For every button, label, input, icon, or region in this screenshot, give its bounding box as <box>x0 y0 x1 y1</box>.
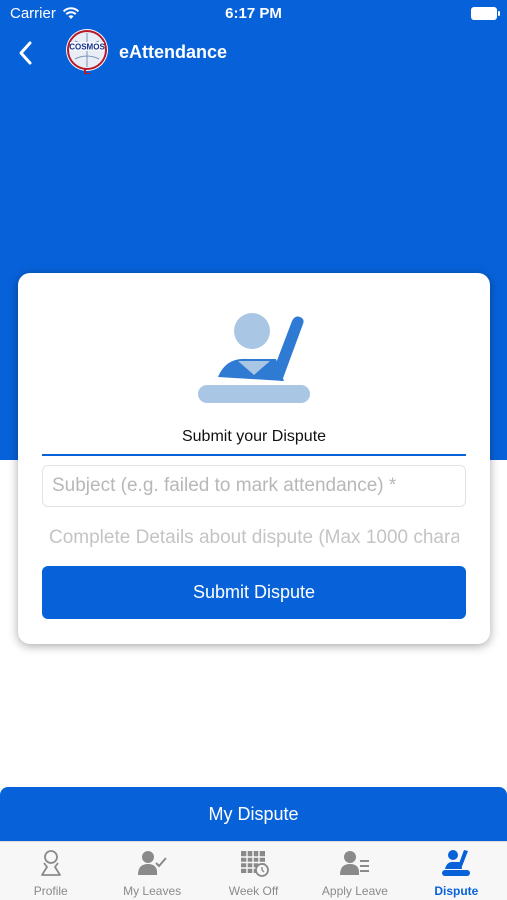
tab-label: Week Off <box>228 884 279 898</box>
tab-week-off[interactable]: Week Off <box>203 842 304 900</box>
company-logo: COSMOS <box>66 29 108 74</box>
details-input[interactable] <box>42 517 466 559</box>
person-list-icon <box>339 851 369 875</box>
battery-icon <box>471 7 500 20</box>
raise-hand-person-icon <box>198 313 310 403</box>
tab-label: Dispute <box>434 884 479 898</box>
calendar-clock-icon <box>240 851 269 877</box>
nav-bar: COSMOS eAttendance <box>0 28 507 78</box>
tab-my-leaves[interactable]: My Leaves <box>101 842 202 900</box>
tab-label: My Leaves <box>123 884 182 898</box>
tab-label: Profile <box>33 884 68 898</box>
dispute-card: Submit your Dispute Submit Dispute <box>18 273 490 644</box>
tab-profile[interactable]: Profile <box>0 842 101 900</box>
tab-label: Apply Leave <box>321 884 388 898</box>
status-time: 6:17 PM <box>225 5 282 22</box>
app-title: eAttendance <box>119 42 228 62</box>
tab-apply-leave[interactable]: Apply Leave <box>304 842 405 900</box>
dispute-heading: Submit your Dispute <box>181 428 327 445</box>
person-icon <box>40 850 61 876</box>
svg-text:COSMOS: COSMOS <box>69 43 105 52</box>
raise-hand-icon <box>442 850 471 876</box>
person-check-icon <box>138 851 167 875</box>
status-bar: Carrier 6:17 PM <box>0 0 507 28</box>
subject-input[interactable] <box>42 465 466 507</box>
heading-underline <box>42 454 466 456</box>
submit-dispute-button[interactable]: Submit Dispute <box>42 566 466 619</box>
chevron-left-icon[interactable] <box>14 38 38 68</box>
tab-bar: Profile My Leaves Week Off Apply Leave D… <box>0 841 507 900</box>
my-dispute-button[interactable]: My Dispute <box>0 787 507 841</box>
tab-dispute[interactable]: Dispute <box>406 842 507 900</box>
